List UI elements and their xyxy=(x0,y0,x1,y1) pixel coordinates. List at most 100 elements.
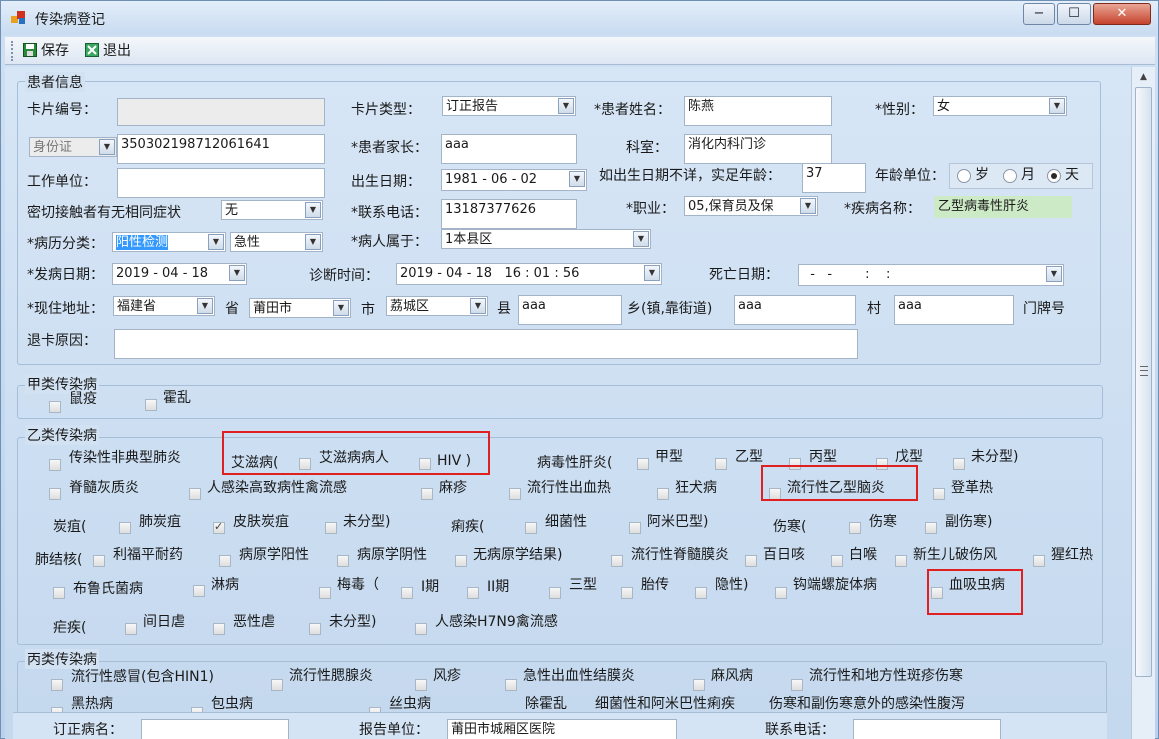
anthrax-unknown-checkbox[interactable] xyxy=(325,522,337,534)
work-unit-field[interactable] xyxy=(117,168,325,198)
id-number-field[interactable]: 350302198712061641 xyxy=(117,134,325,164)
birth-date-picker[interactable]: 1981 - 06 - 02 ▼ xyxy=(441,169,587,191)
anthrax-skin-checkbox[interactable] xyxy=(213,520,225,534)
brucella-checkbox[interactable] xyxy=(53,587,65,599)
calendar-dropdown-icon[interactable]: ▼ xyxy=(569,171,585,187)
city-select[interactable]: 莆田市 ▼ xyxy=(249,298,351,318)
meningitis-checkbox[interactable] xyxy=(611,555,623,567)
dropdown-arrow-icon[interactable]: ▼ xyxy=(305,234,321,250)
calendar-dropdown-icon[interactable]: ▼ xyxy=(1046,266,1062,282)
dys-amoeba-checkbox[interactable] xyxy=(629,522,641,534)
patient-name-field[interactable]: 陈燕 xyxy=(684,96,832,126)
polio-checkbox[interactable] xyxy=(49,488,61,500)
mal-falc-checkbox[interactable] xyxy=(213,623,225,635)
minimize-button[interactable]: − xyxy=(1023,3,1055,25)
syphilis-checkbox[interactable] xyxy=(319,587,331,599)
vertical-scrollbar[interactable]: ▲ xyxy=(1131,67,1155,739)
hep-a-checkbox[interactable] xyxy=(637,458,649,470)
mal-unknown-checkbox[interactable] xyxy=(309,623,321,635)
maximize-button[interactable]: ☐ xyxy=(1057,3,1091,25)
reporter-field[interactable]: 莆田市城厢区医院 xyxy=(447,719,677,739)
tb-none-checkbox[interactable] xyxy=(455,555,467,567)
syph-latent-checkbox[interactable] xyxy=(695,587,707,599)
scarlet-checkbox[interactable] xyxy=(1033,555,1045,567)
plague-checkbox[interactable] xyxy=(49,401,61,413)
mal-vivax-checkbox[interactable] xyxy=(125,623,137,635)
dropdown-arrow-icon[interactable]: ▼ xyxy=(470,298,486,314)
diag-time-picker[interactable]: 2019 - 04 - 18 16 : 01 : 56 ▼ xyxy=(396,263,662,285)
hep-unknown-checkbox[interactable] xyxy=(953,458,965,470)
report-phone-field[interactable] xyxy=(853,719,1001,739)
scrollbar-thumb[interactable] xyxy=(1135,87,1152,677)
dropdown-arrow-icon[interactable]: ▼ xyxy=(99,139,115,155)
rubella-checkbox[interactable] xyxy=(415,679,427,691)
anthrax-lung-checkbox[interactable] xyxy=(119,522,131,534)
hfrs-checkbox[interactable] xyxy=(509,488,521,500)
phone-field[interactable]: 13187377626 xyxy=(441,199,577,229)
disease-name-field[interactable]: 乙型病毒性肝炎 xyxy=(934,196,1072,218)
calendar-dropdown-icon[interactable]: ▼ xyxy=(644,265,660,281)
dropdown-arrow-icon[interactable]: ▼ xyxy=(208,234,224,250)
save-button[interactable]: 保存 xyxy=(23,41,69,61)
case-type-select[interactable]: 阳性检测 ▼ xyxy=(112,232,226,252)
neonatal-tetanus-checkbox[interactable] xyxy=(895,555,907,567)
onset-date-picker[interactable]: 2019 - 04 - 18 ▼ xyxy=(112,263,247,285)
card-no-field[interactable] xyxy=(117,98,325,126)
dropdown-arrow-icon[interactable]: ▼ xyxy=(305,202,321,218)
house-field[interactable]: aaa xyxy=(894,295,1014,325)
scroll-up-icon[interactable]: ▲ xyxy=(1134,69,1153,86)
dept-field[interactable]: 消化内科门诊 xyxy=(684,134,832,164)
typhoid-checkbox[interactable] xyxy=(849,522,861,534)
syph-fetal-checkbox[interactable] xyxy=(621,587,633,599)
corrector-field[interactable] xyxy=(141,719,289,739)
tb-neg-checkbox[interactable] xyxy=(337,555,349,567)
hep-b-checkbox[interactable] xyxy=(715,458,727,470)
village-field[interactable]: aaa xyxy=(734,295,856,325)
rabies-checkbox[interactable] xyxy=(657,488,669,500)
flu-checkbox[interactable] xyxy=(51,679,63,691)
gender-select[interactable]: 女 ▼ xyxy=(933,96,1067,116)
conjunctivitis-checkbox[interactable] xyxy=(505,679,517,691)
dys-bac-checkbox[interactable] xyxy=(525,522,537,534)
tb-pos-checkbox[interactable] xyxy=(219,555,231,567)
h7n9-checkbox[interactable] xyxy=(415,623,427,635)
diphtheria-checkbox[interactable] xyxy=(831,555,843,567)
province-select[interactable]: 福建省 ▼ xyxy=(113,296,215,316)
exit-button[interactable]: 退出 xyxy=(85,41,131,61)
id-type-select[interactable]: 身份证 ▼ xyxy=(29,137,117,157)
belongs-select[interactable]: 1本县区 ▼ xyxy=(441,229,651,249)
cholera-checkbox[interactable] xyxy=(145,399,157,411)
dropdown-arrow-icon[interactable]: ▼ xyxy=(1049,98,1065,114)
close-button[interactable]: ✕ xyxy=(1093,3,1151,25)
syph2-checkbox[interactable] xyxy=(467,587,479,599)
toolbar-grip[interactable] xyxy=(11,41,14,61)
sars-checkbox[interactable] xyxy=(49,459,61,471)
age-field[interactable]: 37 xyxy=(802,163,866,193)
death-date-picker[interactable]: - - : : ▼ xyxy=(798,264,1064,286)
lepto-checkbox[interactable] xyxy=(775,587,787,599)
contact-symptom-select[interactable]: 无 ▼ xyxy=(221,200,323,220)
gonorrhea-checkbox[interactable] xyxy=(193,585,205,597)
dropdown-arrow-icon[interactable]: ▼ xyxy=(558,98,574,114)
dropdown-arrow-icon[interactable]: ▼ xyxy=(633,231,649,247)
syph1-checkbox[interactable] xyxy=(401,587,413,599)
age-unit-sui-radio[interactable] xyxy=(957,169,971,183)
age-unit-tian-radio[interactable] xyxy=(1047,169,1061,183)
card-type-select[interactable]: 订正报告 ▼ xyxy=(442,96,576,116)
age-unit-yue-radio[interactable] xyxy=(1003,169,1017,183)
parent-field[interactable]: aaa xyxy=(441,134,577,164)
pertussis-checkbox[interactable] xyxy=(745,555,757,567)
mumps-checkbox[interactable] xyxy=(271,679,283,691)
dropdown-arrow-icon[interactable]: ▼ xyxy=(197,298,213,314)
dropdown-arrow-icon[interactable]: ▼ xyxy=(800,198,816,214)
job-select[interactable]: 05,保育员及保 ▼ xyxy=(684,196,818,216)
paratyphoid-checkbox[interactable] xyxy=(925,522,937,534)
measles-checkbox[interactable] xyxy=(421,488,433,500)
leprosy-checkbox[interactable] xyxy=(693,679,705,691)
return-reason-field[interactable] xyxy=(114,329,858,359)
typhus-checkbox[interactable] xyxy=(791,679,803,691)
case-type2-select[interactable]: 急性 ▼ xyxy=(230,232,323,252)
dropdown-arrow-icon[interactable]: ▼ xyxy=(333,300,349,316)
tb-rif-checkbox[interactable] xyxy=(93,555,105,567)
h5n1-checkbox[interactable] xyxy=(189,488,201,500)
